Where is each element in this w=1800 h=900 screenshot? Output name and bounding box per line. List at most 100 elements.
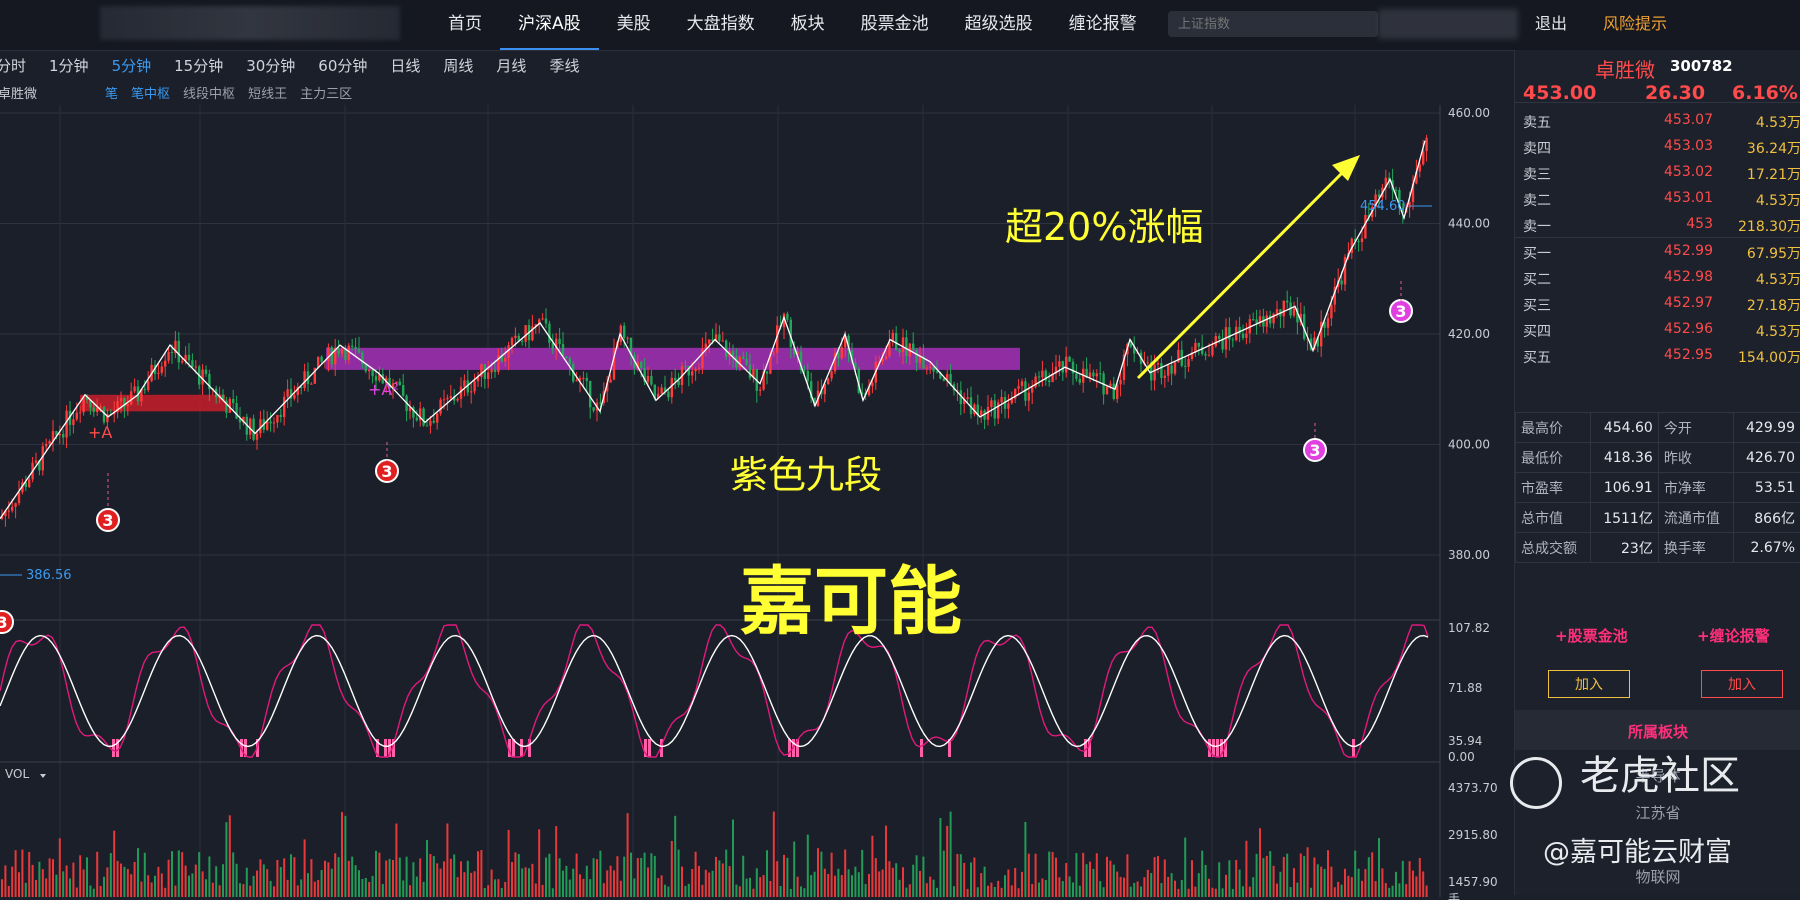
volume-bar [711, 870, 714, 897]
risk-warning-link[interactable]: 风险提示 [1603, 0, 1667, 48]
sector-item[interactable]: 物联网 [1515, 866, 1800, 887]
candle-body [1173, 362, 1177, 374]
timeframe-tab[interactable]: 1分钟 [49, 55, 89, 76]
sector-item[interactable]: 江苏省 [1515, 802, 1800, 823]
candle-body [371, 369, 374, 377]
order-book-row: 买一 452.99 67.95万 [1515, 238, 1800, 264]
volume-bar [1055, 857, 1057, 897]
osc-bar [112, 739, 115, 757]
volume-bar [344, 815, 347, 897]
volume-bar [1255, 853, 1258, 897]
volume-bar [993, 886, 996, 897]
nav-item[interactable]: 板块 [773, 0, 843, 50]
candle-body [510, 337, 514, 346]
volume-bar [558, 858, 561, 897]
timeframe-tab[interactable]: 分时 [0, 55, 26, 76]
sector-title: 所属板块 [1627, 723, 1688, 741]
order-book-vol: 36.24万 [1746, 141, 1800, 157]
volume-bar [915, 855, 918, 897]
volume-bar [677, 849, 680, 897]
volume-bar [1051, 851, 1054, 897]
indicator-tab[interactable]: 线段中枢 [183, 83, 235, 102]
volume-bar [296, 885, 299, 897]
volume-bar [1391, 885, 1394, 897]
indicator-tab[interactable]: 主力三区 [300, 83, 352, 102]
volume-bar [592, 858, 595, 897]
volume-bar [1269, 851, 1272, 897]
nav-item[interactable]: 沪深A股 [500, 0, 599, 50]
y-tick-label: 460.00 [1448, 106, 1490, 120]
candle-body [1041, 370, 1044, 378]
volume-bar [181, 852, 184, 897]
candle-body [905, 337, 908, 357]
volume-bar [320, 870, 323, 897]
candle-body [75, 412, 78, 420]
candle-body [997, 402, 1000, 419]
volume-bar [681, 866, 683, 897]
volume-bar [109, 853, 112, 897]
nav-item[interactable]: 缠论报警 [1051, 0, 1155, 50]
volume-bar [215, 866, 218, 897]
candle-body [194, 366, 197, 368]
volume-bar [1401, 860, 1404, 897]
search-input[interactable] [1168, 11, 1378, 37]
volume-bar [735, 884, 738, 897]
order-book-row: 买四 452.96 4.53万 [1515, 316, 1800, 342]
volume-bar [939, 817, 942, 897]
nav-item[interactable]: 超级选股 [947, 0, 1051, 50]
volume-bar [126, 868, 129, 897]
candle-body [493, 369, 497, 372]
candle-body [432, 420, 435, 423]
add-alert-button[interactable]: 加入 [1701, 670, 1783, 698]
candle-body [82, 396, 85, 413]
candle-body [191, 360, 194, 368]
stat-value: 106.91 [1589, 472, 1659, 503]
volume-bar [701, 884, 704, 897]
nav-item[interactable]: 首页 [430, 0, 500, 50]
volume-bar [415, 876, 418, 897]
nav-item[interactable]: 大盘指数 [669, 0, 773, 50]
volume-bar [436, 863, 439, 897]
quote-stats-table: 最高价 454.60 今开 429.99 最低价 418.36 昨收 426.70 市盈率 106… [1515, 412, 1800, 563]
candle-body [130, 391, 133, 405]
timeframe-tab[interactable]: 季线 [549, 55, 579, 76]
candle-body [745, 358, 748, 365]
candle-body [1099, 373, 1102, 375]
volume-bar [1381, 868, 1384, 897]
volume-bar [347, 860, 350, 897]
add-to-pool-button[interactable]: 加入 [1548, 670, 1630, 698]
timeframe-tab[interactable]: 周线 [443, 55, 473, 76]
timeframe-tab[interactable]: 5分钟 [112, 55, 152, 76]
volume-bar [507, 829, 510, 897]
volume-bar [500, 887, 503, 897]
timeframe-tab[interactable]: 日线 [390, 55, 420, 76]
volume-bar [1058, 877, 1061, 897]
volume-bar [364, 877, 367, 897]
nav-item[interactable]: 美股 [599, 0, 669, 50]
volume-bar [1225, 874, 1227, 897]
order-book-label: 卖三 [1523, 167, 1551, 183]
timeframe-tab[interactable]: 30分钟 [246, 55, 295, 76]
timeframe-tab[interactable]: 60分钟 [318, 55, 367, 76]
volume-bar [160, 873, 163, 897]
timeframe-tab[interactable]: 15分钟 [174, 55, 223, 76]
y-tick-label: 420.00 [1448, 327, 1490, 341]
kline-chart[interactable]: 460.00 440.00 420.00 400.00 380.00 107.82 71.8… [0, 105, 1513, 900]
logout-link[interactable]: 退出 [1535, 0, 1567, 48]
volume-bar [973, 857, 976, 897]
indicator-tab[interactable]: 短线王 [248, 83, 287, 102]
volume-bar [405, 856, 408, 897]
candle-body [609, 379, 612, 383]
volume-bar [14, 850, 17, 897]
candle-body [1197, 342, 1200, 347]
indicator-tab[interactable]: 笔中枢 [131, 83, 170, 102]
order-book-price: 452.95 [1664, 347, 1713, 363]
indicator-tab[interactable]: 笔 [105, 83, 118, 102]
volume-bar [823, 868, 826, 897]
volume-bar [1126, 854, 1129, 897]
annotation-segments: 紫色九段 [730, 453, 882, 497]
nav-item[interactable]: 股票金池 [843, 0, 947, 50]
order-book-label: 买一 [1523, 246, 1551, 262]
timeframe-tab[interactable]: 月线 [496, 55, 526, 76]
candle-body [354, 346, 357, 349]
